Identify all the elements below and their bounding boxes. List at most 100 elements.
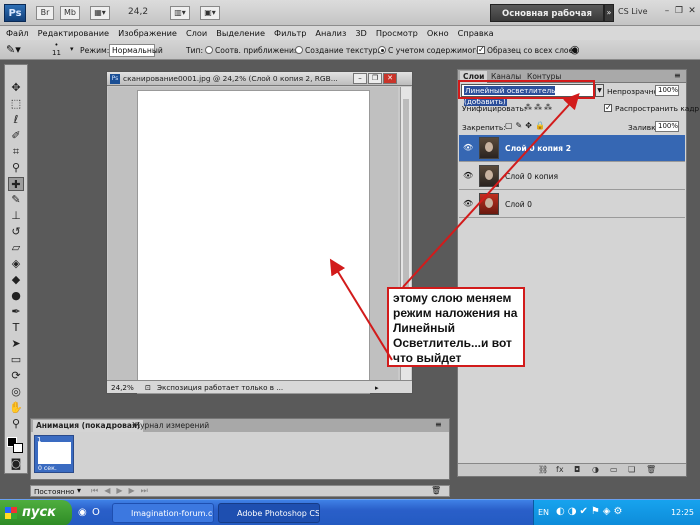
frame-delay[interactable]: 0 сек.: [38, 465, 57, 472]
layer-row[interactable]: 👁 Слой 0 копия: [459, 163, 685, 190]
document-canvas[interactable]: [138, 91, 369, 393]
menu-view[interactable]: Просмотр: [376, 28, 418, 38]
doc-restore-icon[interactable]: ❐: [368, 73, 382, 84]
cs-live-button[interactable]: CS Live: [618, 7, 648, 16]
create-texture-radio[interactable]: [295, 46, 303, 54]
layer-row[interactable]: 👁 Слой 0 копия 2: [459, 135, 685, 162]
menu-analysis[interactable]: Анализ: [315, 28, 346, 38]
paint-bucket-tool-icon[interactable]: ◈: [8, 257, 24, 271]
eraser-tool-icon[interactable]: ▱: [8, 241, 24, 255]
history-brush-tool-icon[interactable]: ↺: [8, 225, 24, 239]
tab-measurement-log[interactable]: Журнал измерений: [129, 420, 212, 432]
sample-all-layers-checkbox[interactable]: ✓: [477, 46, 485, 54]
lasso-tool-icon[interactable]: ℓ: [8, 113, 24, 127]
lock-icons[interactable]: ▢✎✥🔒: [505, 121, 548, 130]
quick-select-tool-icon[interactable]: ✐: [8, 129, 24, 143]
document-title-bar[interactable]: Ps сканирование0001.jpg @ 24,2% (Слой 0 …: [107, 72, 412, 86]
layer-row[interactable]: 👁 Слой 0: [459, 191, 685, 218]
taskbar-task[interactable]: Adobe Photoshop CS...: [218, 503, 320, 523]
layer-style-icon[interactable]: fx: [556, 465, 564, 474]
marquee-tool-icon[interactable]: ⬚: [8, 97, 24, 111]
doc-minimize-icon[interactable]: –: [353, 73, 367, 84]
mode-select[interactable]: Нормальный: [109, 44, 163, 57]
background-color-swatch[interactable]: [13, 443, 23, 453]
layer-name[interactable]: Слой 0 копия: [505, 172, 558, 181]
zoom-tool-icon[interactable]: ⚲: [8, 417, 24, 431]
brush-preset-picker[interactable]: • 11: [52, 41, 61, 57]
pen-tool-icon[interactable]: ✒: [8, 305, 24, 319]
menu-filter[interactable]: Фильтр: [274, 28, 306, 38]
workspace-more-icon[interactable]: »: [604, 4, 614, 22]
menu-window[interactable]: Окно: [427, 28, 449, 38]
layer-name[interactable]: Слой 0 копия 2: [505, 144, 571, 153]
opera-icon[interactable]: O: [92, 507, 100, 518]
anim-panel-menu-icon[interactable]: ≡: [435, 420, 442, 429]
shape-tool-icon[interactable]: ▭: [8, 353, 24, 367]
content-aware-radio[interactable]: [378, 46, 386, 54]
delete-layer-icon[interactable]: 🗑: [646, 465, 656, 474]
loop-dropdown-icon[interactable]: ▾: [77, 486, 81, 495]
tool-preset-icon[interactable]: ✎▾: [6, 43, 32, 57]
visibility-eye-icon[interactable]: 👁: [463, 172, 473, 180]
playback-controls-icon[interactable]: ⏮◀▶▶⏭: [91, 486, 154, 496]
extras-grid-icon[interactable]: ▦▾: [90, 6, 110, 20]
move-tool-icon[interactable]: ✥: [8, 81, 24, 95]
taskbar-task[interactable]: Imagination-forum.co...: [112, 503, 214, 523]
add-mask-icon[interactable]: ◘: [574, 465, 580, 474]
quick-mask-icon[interactable]: ◙: [8, 457, 24, 471]
tab-animation[interactable]: Анимация (покадровая): [33, 420, 144, 432]
visibility-eye-icon[interactable]: 👁: [463, 200, 473, 208]
arrange-documents-icon[interactable]: ▥▾: [170, 6, 190, 20]
opacity-input[interactable]: 100%: [655, 85, 679, 96]
start-button[interactable]: пуск: [0, 500, 72, 525]
menu-edit[interactable]: Редактирование: [38, 28, 109, 38]
blur-tool-icon[interactable]: ◆: [8, 273, 24, 287]
restore-icon[interactable]: ❐: [672, 5, 686, 19]
menu-layers[interactable]: Слои: [186, 28, 207, 38]
3d-rotate-tool-icon[interactable]: ⟳: [8, 369, 24, 383]
visibility-eye-icon[interactable]: 👁: [463, 144, 473, 152]
loop-select[interactable]: Постоянно: [34, 487, 74, 496]
workspace-switcher-button[interactable]: Основная рабочая среда: [490, 4, 604, 37]
unify-icons[interactable]: ⁂⁂⁂: [524, 103, 554, 112]
status-info-icon[interactable]: ⊡: [145, 383, 151, 392]
type-tool-icon[interactable]: T: [8, 321, 24, 335]
panel-menu-icon[interactable]: ≡: [674, 71, 681, 80]
eyedropper-tool-icon[interactable]: ⚲: [8, 161, 24, 175]
layer-name[interactable]: Слой 0: [505, 200, 532, 209]
brush-tool-icon[interactable]: ✎: [8, 193, 24, 207]
close-icon[interactable]: ✕: [685, 5, 699, 19]
language-indicator[interactable]: EN: [538, 508, 549, 517]
menu-help[interactable]: Справка: [458, 28, 494, 38]
new-group-icon[interactable]: ▭: [610, 465, 618, 474]
delete-frame-icon[interactable]: 🗑: [431, 486, 441, 495]
menu-3d[interactable]: 3D: [355, 28, 367, 38]
crop-tool-icon[interactable]: ⌗: [8, 145, 24, 159]
tray-icons[interactable]: ◐◑✔⚑◈⚙: [556, 506, 625, 517]
canvas-area[interactable]: [108, 87, 398, 393]
proximity-match-radio[interactable]: [205, 46, 213, 54]
adjustment-layer-icon[interactable]: ◑: [592, 465, 599, 474]
zoom-level[interactable]: 24,2: [128, 7, 148, 17]
animation-frame[interactable]: 1 0 сек.: [34, 435, 74, 473]
blend-mode-dropdown-icon[interactable]: ▼: [595, 84, 604, 97]
screen-mode-icon[interactable]: ▣▾: [200, 6, 220, 20]
mini-bridge-button[interactable]: Mb: [60, 6, 80, 20]
propagate-frame-checkbox[interactable]: ✓: [604, 104, 612, 112]
menu-image[interactable]: Изображение: [118, 28, 177, 38]
pressure-size-icon[interactable]: ◉: [570, 43, 580, 56]
healing-brush-tool-icon[interactable]: ✚: [8, 177, 24, 191]
path-select-tool-icon[interactable]: ➤: [8, 337, 24, 351]
document-zoom[interactable]: 24,2%: [111, 383, 134, 392]
doc-close-icon[interactable]: ✕: [383, 73, 397, 84]
3d-orbit-tool-icon[interactable]: ◎: [8, 385, 24, 399]
bridge-button[interactable]: Br: [36, 6, 54, 20]
clone-stamp-tool-icon[interactable]: ⊥: [8, 209, 24, 223]
new-layer-icon[interactable]: ❏: [628, 465, 635, 474]
menu-file[interactable]: Файл: [6, 28, 29, 38]
status-arrow-icon[interactable]: ▸: [375, 383, 379, 392]
hand-tool-icon[interactable]: ✋: [8, 401, 24, 415]
brush-dropdown-icon[interactable]: ▾: [70, 45, 74, 53]
link-layers-icon[interactable]: ⛓: [538, 465, 548, 474]
dodge-tool-icon[interactable]: ●: [8, 289, 24, 303]
